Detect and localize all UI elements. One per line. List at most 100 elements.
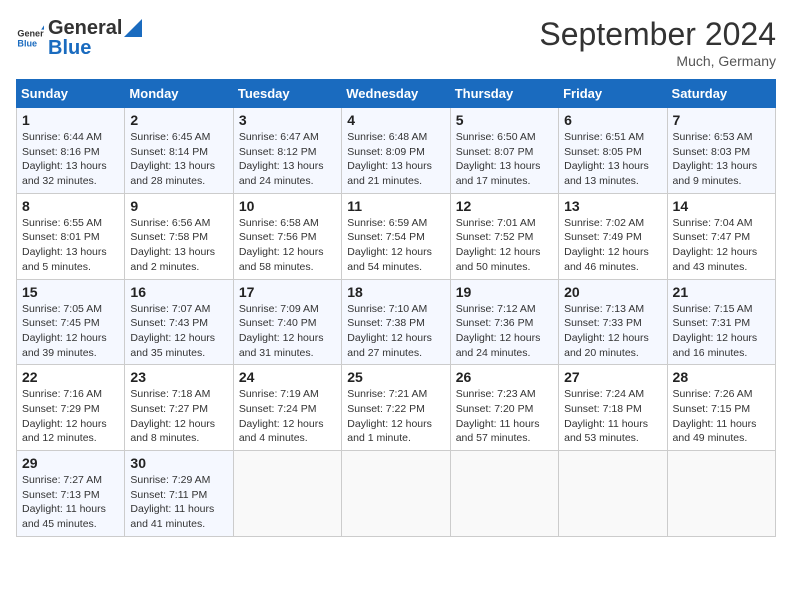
- calendar-cell: 14 Sunrise: 7:04 AMSunset: 7:47 PMDayligh…: [667, 193, 775, 279]
- calendar-cell: [559, 451, 667, 537]
- svg-text:General: General: [17, 29, 44, 39]
- day-info: Sunrise: 7:19 AMSunset: 7:24 PMDaylight:…: [239, 387, 336, 446]
- day-number: 22: [22, 369, 119, 385]
- day-info: Sunrise: 7:21 AMSunset: 7:22 PMDaylight:…: [347, 387, 444, 446]
- day-number: 9: [130, 198, 227, 214]
- day-number: 3: [239, 112, 336, 128]
- col-header-saturday: Saturday: [667, 80, 775, 108]
- calendar-cell: 20Sunrise: 7:13 AMSunset: 7:33 PMDayligh…: [559, 279, 667, 365]
- calendar-week-4: 22 Sunrise: 7:16 AMSunset: 7:29 PMDayligh…: [17, 365, 776, 451]
- day-number: 1: [22, 112, 119, 128]
- day-info: Sunrise: 7:12 AMSunset: 7:36 PMDaylight:…: [456, 302, 553, 361]
- day-number: 15: [22, 284, 119, 300]
- calendar-cell: 13 Sunrise: 7:02 AMSunset: 7:49 PMDayligh…: [559, 193, 667, 279]
- calendar-cell: 26 Sunrise: 7:23 AMSunset: 7:20 PMDayligh…: [450, 365, 558, 451]
- col-header-sunday: Sunday: [17, 80, 125, 108]
- day-number: 28: [673, 369, 770, 385]
- calendar-cell: 7 Sunrise: 6:53 AMSunset: 8:03 PMDaylight…: [667, 108, 775, 194]
- calendar-cell: 19 Sunrise: 7:12 AMSunset: 7:36 PMDayligh…: [450, 279, 558, 365]
- day-info: Sunrise: 6:47 AMSunset: 8:12 PMDaylight:…: [239, 130, 336, 189]
- day-info: Sunrise: 6:50 AMSunset: 8:07 PMDaylight:…: [456, 130, 553, 189]
- day-number: 7: [673, 112, 770, 128]
- day-info: Sunrise: 6:45 AMSunset: 8:14 PMDaylight:…: [130, 130, 227, 189]
- calendar-week-1: 1 Sunrise: 6:44 AMSunset: 8:16 PMDaylight…: [17, 108, 776, 194]
- day-info: Sunrise: 7:01 AMSunset: 7:52 PMDaylight:…: [456, 216, 553, 275]
- day-number: 27: [564, 369, 661, 385]
- svg-text:Blue: Blue: [17, 38, 37, 48]
- day-info: Sunrise: 7:29 AMSunset: 7:11 PMDaylight:…: [130, 473, 227, 532]
- day-info: Sunrise: 7:15 AMSunset: 7:31 PMDaylight:…: [673, 302, 770, 361]
- day-number: 25: [347, 369, 444, 385]
- calendar-cell: [233, 451, 341, 537]
- calendar-cell: 2 Sunrise: 6:45 AMSunset: 8:14 PMDaylight…: [125, 108, 233, 194]
- calendar-header-row: SundayMondayTuesdayWednesdayThursdayFrid…: [17, 80, 776, 108]
- day-number: 5: [456, 112, 553, 128]
- day-number: 8: [22, 198, 119, 214]
- day-info: Sunrise: 6:53 AMSunset: 8:03 PMDaylight:…: [673, 130, 770, 189]
- day-info: Sunrise: 7:07 AMSunset: 7:43 PMDaylight:…: [130, 302, 227, 361]
- day-info: Sunrise: 6:48 AMSunset: 8:09 PMDaylight:…: [347, 130, 444, 189]
- day-number: 23: [130, 369, 227, 385]
- day-info: Sunrise: 7:18 AMSunset: 7:27 PMDaylight:…: [130, 387, 227, 446]
- day-number: 26: [456, 369, 553, 385]
- calendar-cell: 10 Sunrise: 6:58 AMSunset: 7:56 PMDayligh…: [233, 193, 341, 279]
- calendar-cell: 30 Sunrise: 7:29 AMSunset: 7:11 PMDayligh…: [125, 451, 233, 537]
- calendar-cell: [450, 451, 558, 537]
- day-info: Sunrise: 6:51 AMSunset: 8:05 PMDaylight:…: [564, 130, 661, 189]
- day-info: Sunrise: 6:58 AMSunset: 7:56 PMDaylight:…: [239, 216, 336, 275]
- day-info: Sunrise: 7:13 AMSunset: 7:33 PMDaylight:…: [564, 302, 661, 361]
- day-number: 19: [456, 284, 553, 300]
- calendar-week-3: 15 Sunrise: 7:05 AMSunset: 7:45 PMDayligh…: [17, 279, 776, 365]
- location: Much, Germany: [539, 53, 776, 69]
- day-number: 2: [130, 112, 227, 128]
- calendar-cell: [342, 451, 450, 537]
- month-title: September 2024: [539, 16, 776, 53]
- col-header-wednesday: Wednesday: [342, 80, 450, 108]
- day-info: Sunrise: 7:02 AMSunset: 7:49 PMDaylight:…: [564, 216, 661, 275]
- day-number: 29: [22, 455, 119, 471]
- day-number: 14: [673, 198, 770, 214]
- day-info: Sunrise: 6:55 AMSunset: 8:01 PMDaylight:…: [22, 216, 119, 275]
- day-info: Sunrise: 7:26 AMSunset: 7:15 PMDaylight:…: [673, 387, 770, 446]
- calendar-cell: 12 Sunrise: 7:01 AMSunset: 7:52 PMDayligh…: [450, 193, 558, 279]
- calendar-cell: 1 Sunrise: 6:44 AMSunset: 8:16 PMDaylight…: [17, 108, 125, 194]
- logo-triangle-icon: [124, 19, 142, 37]
- col-header-monday: Monday: [125, 80, 233, 108]
- calendar-cell: 28 Sunrise: 7:26 AMSunset: 7:15 PMDayligh…: [667, 365, 775, 451]
- calendar-week-2: 8 Sunrise: 6:55 AMSunset: 8:01 PMDaylight…: [17, 193, 776, 279]
- col-header-thursday: Thursday: [450, 80, 558, 108]
- calendar-cell: 24Sunrise: 7:19 AMSunset: 7:24 PMDayligh…: [233, 365, 341, 451]
- day-info: Sunrise: 7:23 AMSunset: 7:20 PMDaylight:…: [456, 387, 553, 446]
- logo: General Blue General Blue: [16, 16, 142, 60]
- calendar-cell: 23 Sunrise: 7:18 AMSunset: 7:27 PMDayligh…: [125, 365, 233, 451]
- calendar-cell: 4 Sunrise: 6:48 AMSunset: 8:09 PMDaylight…: [342, 108, 450, 194]
- day-info: Sunrise: 7:05 AMSunset: 7:45 PMDaylight:…: [22, 302, 119, 361]
- day-number: 21: [673, 284, 770, 300]
- calendar-cell: 6 Sunrise: 6:51 AMSunset: 8:05 PMDaylight…: [559, 108, 667, 194]
- logo-icon: General Blue: [16, 24, 44, 52]
- calendar-cell: 9Sunrise: 6:56 AMSunset: 7:58 PMDaylight…: [125, 193, 233, 279]
- calendar-cell: 16 Sunrise: 7:07 AMSunset: 7:43 PMDayligh…: [125, 279, 233, 365]
- day-info: Sunrise: 6:44 AMSunset: 8:16 PMDaylight:…: [22, 130, 119, 189]
- day-info: Sunrise: 7:04 AMSunset: 7:47 PMDaylight:…: [673, 216, 770, 275]
- day-number: 30: [130, 455, 227, 471]
- day-number: 13: [564, 198, 661, 214]
- calendar-week-5: 29 Sunrise: 7:27 AMSunset: 7:13 PMDayligh…: [17, 451, 776, 537]
- day-info: Sunrise: 7:27 AMSunset: 7:13 PMDaylight:…: [22, 473, 119, 532]
- calendar-cell: 3 Sunrise: 6:47 AMSunset: 8:12 PMDaylight…: [233, 108, 341, 194]
- calendar-cell: 11 Sunrise: 6:59 AMSunset: 7:54 PMDayligh…: [342, 193, 450, 279]
- calendar-cell: 17Sunrise: 7:09 AMSunset: 7:40 PMDayligh…: [233, 279, 341, 365]
- day-number: 10: [239, 198, 336, 214]
- day-number: 11: [347, 198, 444, 214]
- day-number: 4: [347, 112, 444, 128]
- calendar-cell: 21 Sunrise: 7:15 AMSunset: 7:31 PMDayligh…: [667, 279, 775, 365]
- calendar-cell: [667, 451, 775, 537]
- calendar-cell: 18Sunrise: 7:10 AMSunset: 7:38 PMDayligh…: [342, 279, 450, 365]
- day-number: 6: [564, 112, 661, 128]
- day-info: Sunrise: 7:24 AMSunset: 7:18 PMDaylight:…: [564, 387, 661, 446]
- day-number: 16: [130, 284, 227, 300]
- day-info: Sunrise: 6:59 AMSunset: 7:54 PMDaylight:…: [347, 216, 444, 275]
- day-info: Sunrise: 7:16 AMSunset: 7:29 PMDaylight:…: [22, 387, 119, 446]
- day-number: 12: [456, 198, 553, 214]
- col-header-tuesday: Tuesday: [233, 80, 341, 108]
